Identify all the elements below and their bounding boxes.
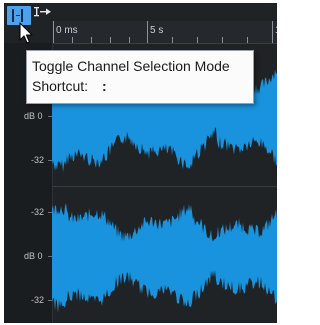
ruler-label-10s: 1 (275, 25, 277, 36)
channel-selection-mode-icon-right (21, 9, 23, 22)
ruler-label-5s: 5 s (150, 25, 164, 36)
tooltip-shortcut-row: Shortcut:: (32, 77, 107, 95)
waveform-channel-2 (52, 203, 277, 314)
tooltip-title: Toggle Channel Selection Mode (32, 58, 230, 74)
channel-selection-mode-icon-dash (16, 15, 20, 16)
tooltip-shortcut-label: Shortcut: (32, 78, 89, 94)
channel-selection-mode-icon (12, 9, 14, 22)
tooltip-shortcut-value: : (102, 78, 107, 94)
mouse-pointer-icon (19, 22, 33, 44)
ruler-label-0ms: 0 ms (56, 25, 78, 36)
tooltip: Toggle Channel Selection Mode Shortcut:: (26, 50, 254, 104)
ruler-ticks (53, 21, 273, 43)
wave-editor: 0 ms 5 s 1 dB 0 -32 -32 dB 0 -32 Toggle … (0, 0, 277, 325)
text-cursor-arrow-icon (34, 7, 51, 17)
time-ruler[interactable]: 0 ms 5 s 1 (52, 21, 277, 44)
text-cursor-arrow-button[interactable] (33, 6, 53, 18)
